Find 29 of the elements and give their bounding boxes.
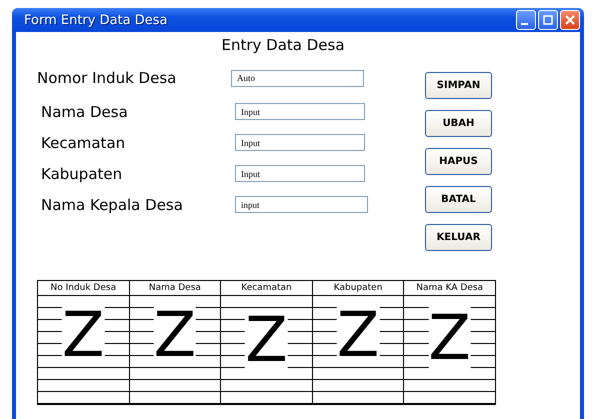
close-button[interactable] [560,10,580,30]
minimize-icon [521,23,528,25]
minimize-button[interactable] [516,10,536,30]
field-label: Nama Kepala Desa [40,196,184,214]
action-button[interactable]: BATAL [425,186,492,213]
field-label: Nomor Induk Desa [37,69,178,87]
field-label: Kecamatan [40,134,126,152]
column-header: No Induk Desa [38,281,129,296]
form-heading: Entry Data Desa [220,36,346,54]
action-button[interactable]: HAPUS [425,148,492,175]
action-button[interactable]: UBAH [425,110,492,137]
maximize-button[interactable] [538,10,558,30]
action-button[interactable]: SIMPAN [425,72,492,99]
field-label: Kabupaten [40,164,124,182]
column-header: Nama KA Desa [404,281,495,296]
input-field[interactable]: Input [235,103,365,120]
column-header: Kabupaten [312,281,404,296]
close-icon [563,13,577,27]
input-field[interactable]: Auto [231,70,364,86]
input-field[interactable]: input [235,196,368,213]
maximize-icon [541,13,555,27]
column-header: Nama Desa [130,281,220,296]
action-button[interactable]: KELUAR [425,224,492,251]
input-field[interactable]: Input [235,134,365,151]
field-label: Nama Desa [40,102,129,120]
z-mark: Z [428,307,471,369]
input-field[interactable]: Input [235,165,365,182]
window-title: Form Entry Data Desa [24,12,168,28]
column-header: Kecamatan [221,281,312,296]
